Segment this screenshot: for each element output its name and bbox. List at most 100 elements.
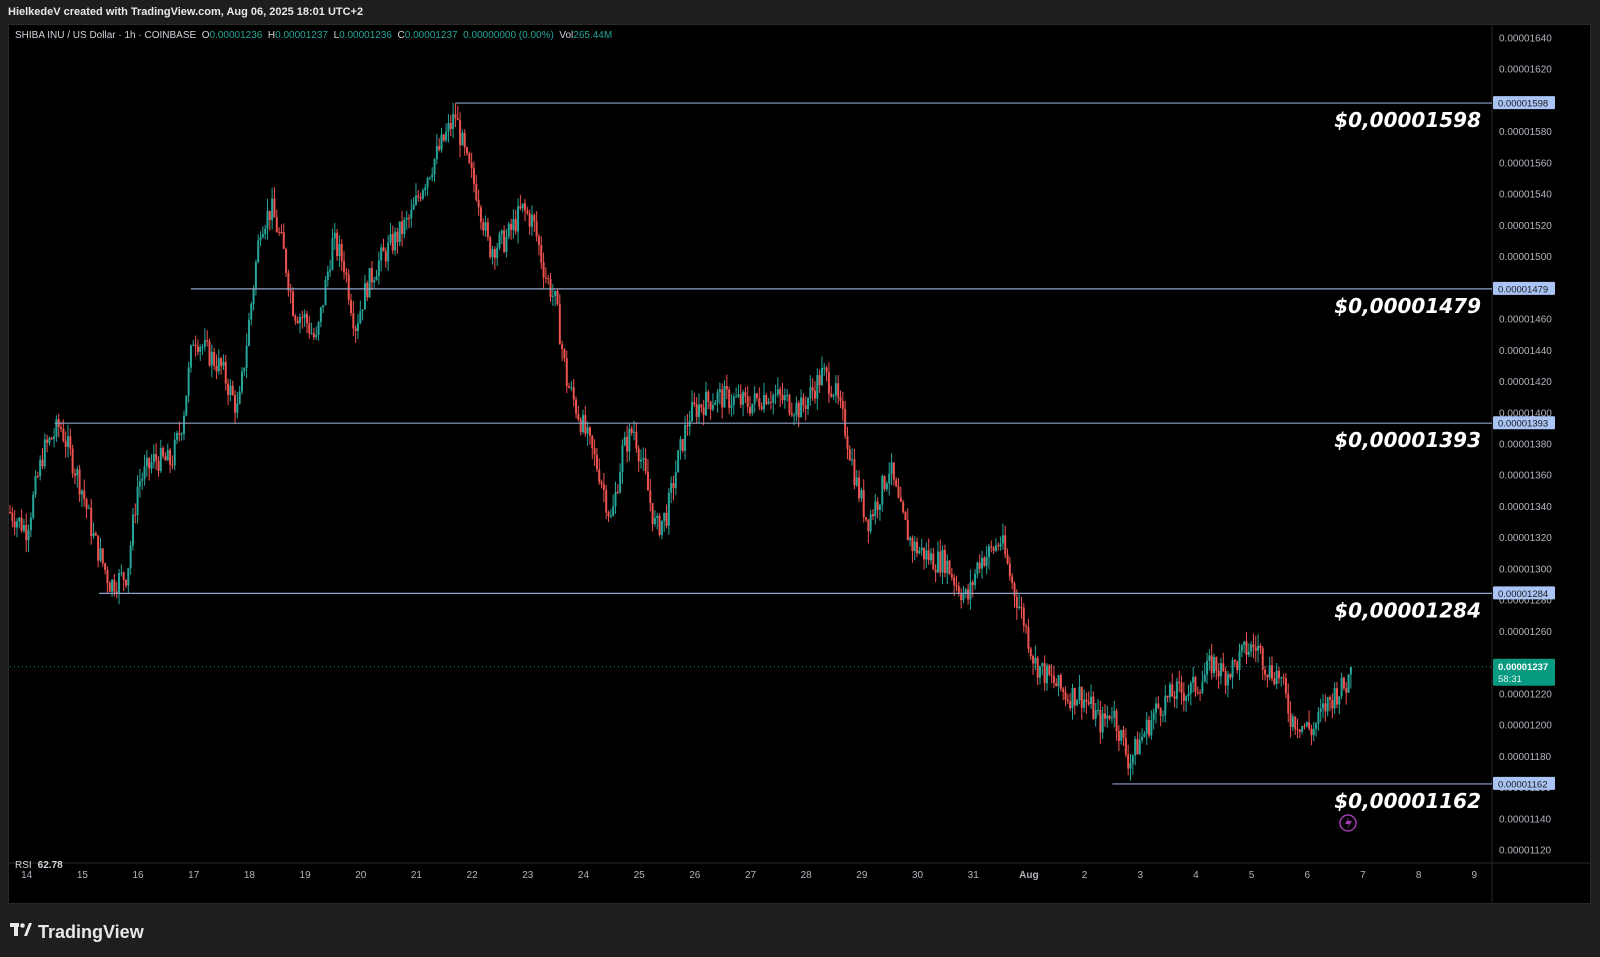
price-tick-label: 0.00001640 (1499, 33, 1552, 44)
candle-body (83, 490, 86, 500)
candle-body (1055, 683, 1058, 687)
level-label: $0,00001598 (1334, 108, 1481, 132)
candle-body (1013, 583, 1016, 597)
candle-body (1052, 675, 1055, 684)
candle-body (336, 232, 339, 257)
candle-body (725, 386, 728, 390)
candle-body (793, 415, 796, 417)
candle-body (755, 393, 758, 398)
candle-body (600, 482, 603, 485)
candle-body (851, 459, 854, 461)
candle-body (1011, 576, 1014, 584)
level-label: $0,00001162 (1334, 789, 1481, 813)
candle-body (1208, 655, 1211, 661)
candle-body (1178, 681, 1181, 684)
candle-body (13, 520, 16, 528)
candle-body (570, 387, 573, 389)
candle-body (946, 560, 949, 574)
candle-body (670, 483, 673, 493)
candle-body (366, 283, 369, 298)
time-tick-label: 30 (912, 870, 924, 881)
candle-countdown-text: 58:31 (1498, 674, 1522, 685)
candle-body (983, 557, 986, 566)
candle-body (1069, 701, 1072, 709)
candle-body (1206, 660, 1209, 675)
candle-body (633, 431, 636, 433)
candle-body (1333, 688, 1336, 709)
candle-body (658, 515, 661, 535)
candle-body (343, 261, 346, 273)
candle-body (421, 190, 424, 199)
tradingview-logo[interactable]: TradingView (10, 922, 144, 943)
candle-body (1164, 695, 1167, 716)
candle-body (92, 533, 95, 537)
candle-body (368, 268, 371, 298)
candle-body (187, 367, 190, 396)
candle-body (243, 367, 246, 372)
candle-body (296, 320, 299, 324)
candle-body (87, 507, 90, 509)
candle-body (948, 560, 951, 575)
candle-body (1168, 684, 1171, 698)
candle-body (111, 579, 114, 592)
candle-body (1291, 716, 1294, 727)
candle-body (1296, 729, 1299, 731)
candle-body (124, 580, 127, 586)
candle-body (846, 435, 849, 450)
rsi-indicator-label[interactable]: RSI 62.78 (15, 860, 63, 871)
candle-body (280, 232, 283, 234)
candle-body (614, 492, 617, 507)
candle-body (640, 459, 643, 462)
candle-body (85, 499, 88, 509)
candle-body (498, 233, 501, 248)
candle-body (797, 402, 800, 418)
candle-body (630, 428, 633, 433)
candle-body (396, 231, 399, 243)
price-chart[interactable]: 0.000016400.000016200.000016000.00001580… (0, 0, 1600, 957)
candle-body (1085, 699, 1088, 702)
candle-body (356, 323, 359, 332)
candle-body (549, 279, 552, 297)
candle-body (1240, 645, 1243, 652)
candle-body (1312, 729, 1315, 736)
candle-body (373, 280, 376, 283)
candle-body (412, 204, 415, 210)
candle-body (43, 439, 46, 467)
candle-body (1057, 675, 1060, 687)
candle-body (1233, 660, 1236, 662)
candle-body (844, 408, 847, 436)
candle-body (1034, 657, 1037, 664)
candle-body (1273, 678, 1276, 685)
candle-body (264, 228, 267, 235)
candle-body (503, 230, 506, 252)
candle-body (405, 217, 408, 220)
candle-body (1199, 692, 1202, 694)
candle-body (802, 397, 805, 406)
candle-body (1001, 535, 1004, 544)
candle-body (171, 464, 174, 466)
candle-body (115, 591, 118, 593)
candle-body (1243, 641, 1246, 646)
symbol-name: SHIBA INU / US Dollar · 1h · COINBASE (15, 30, 197, 41)
candle-body (593, 448, 596, 455)
level-price-tag-text: 0.00001284 (1498, 589, 1548, 600)
brand-name: TradingView (38, 922, 144, 942)
candle-body (730, 405, 733, 408)
candle-body (1217, 670, 1220, 677)
candle-body (39, 459, 42, 477)
candle-body (382, 247, 385, 252)
candle-body (612, 506, 615, 516)
candle-body (820, 367, 823, 386)
candle-body (289, 290, 292, 292)
time-tick-label: 17 (188, 870, 200, 881)
candle-body (897, 486, 900, 498)
candle-body (1004, 535, 1007, 555)
candle-body (862, 490, 865, 518)
candle-body (837, 383, 840, 398)
time-tick-label: 21 (411, 870, 423, 881)
candle-body (1045, 665, 1048, 684)
price-tick-label: 0.00001440 (1499, 346, 1552, 357)
candle-body (960, 594, 963, 601)
candle-body (1106, 715, 1109, 719)
candle-body (1066, 699, 1069, 702)
